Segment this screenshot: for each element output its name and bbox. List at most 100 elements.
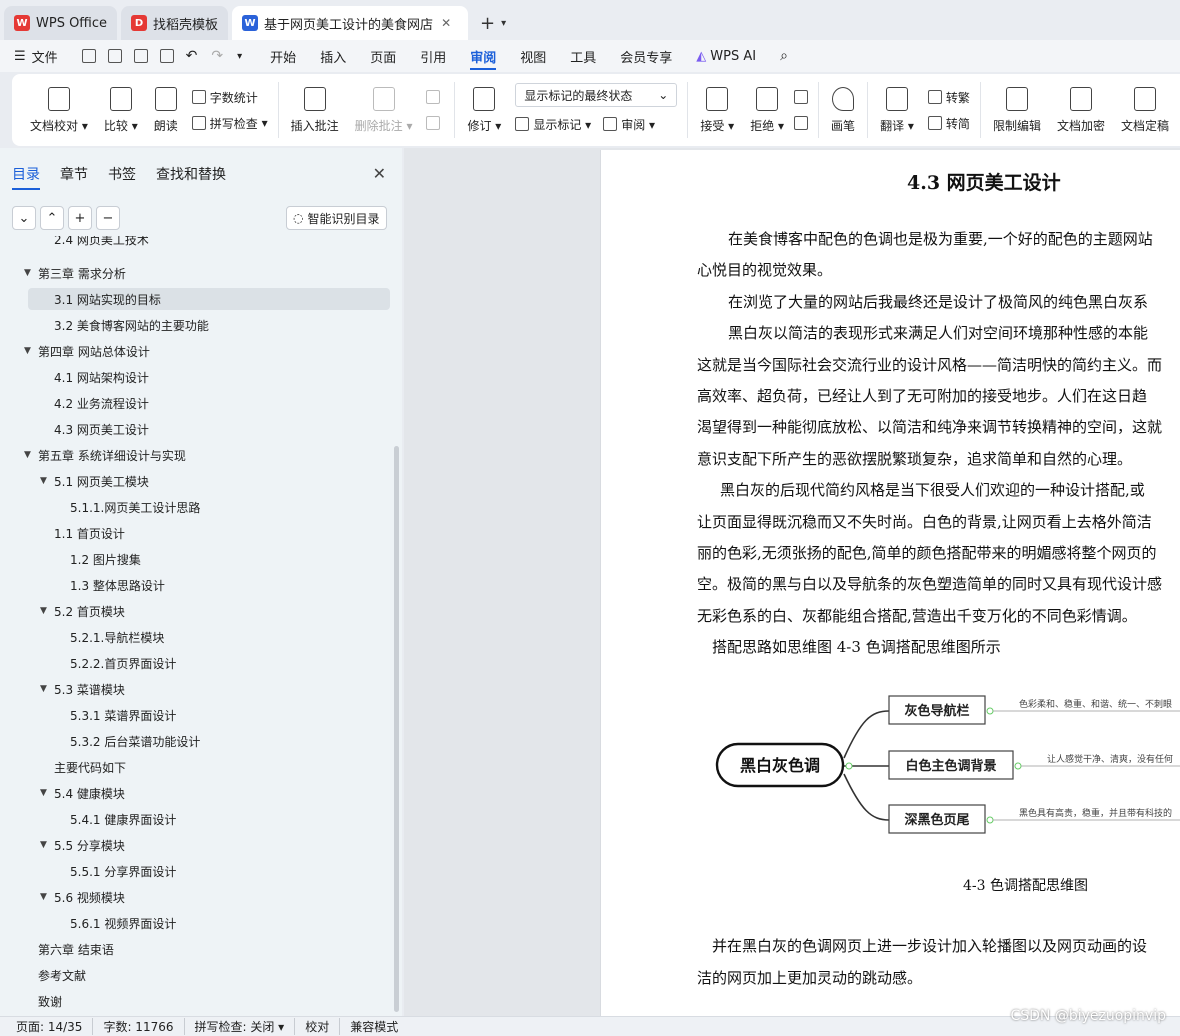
menu-wps-ai[interactable]: ◭ WPS AI xyxy=(696,40,756,72)
save-icon[interactable] xyxy=(81,49,96,63)
collapse-triangle-icon[interactable]: ▼ xyxy=(40,840,54,850)
toc-item[interactable]: 5.6.1 视频界面设计 xyxy=(56,912,176,934)
restrict-edit-button[interactable]: 限制编辑 xyxy=(993,78,1041,142)
toc-item[interactable]: 参考文献 xyxy=(24,964,86,986)
toc-item[interactable]: 5.3.1 菜谱界面设计 xyxy=(56,704,176,726)
toc-scrollbar[interactable] xyxy=(394,446,399,1012)
toc-item[interactable]: 3.1 网站实现的目标 xyxy=(28,288,390,310)
toc-item[interactable]: ▼ 第三章 需求分析 xyxy=(24,262,126,284)
proof-indicator[interactable]: 校对 xyxy=(305,1018,341,1035)
toc-item[interactable]: 第六章 结束语 xyxy=(24,938,114,960)
toc-item[interactable]: 致谢 xyxy=(24,990,62,1012)
insert-comment-button[interactable]: 插入批注 xyxy=(291,78,339,142)
translate-button[interactable]: 翻译 ▾ xyxy=(880,78,914,142)
show-markup-button[interactable]: 显示标记 ▾ xyxy=(533,116,591,133)
page-indicator[interactable]: 页面: 14/35 xyxy=(16,1018,94,1035)
print-icon[interactable] xyxy=(133,49,148,63)
doc-encrypt-button[interactable]: 文档加密 xyxy=(1057,78,1105,142)
read-aloud-button[interactable]: 朗读 xyxy=(154,78,178,142)
markup-state-select[interactable]: 显示标记的最终状态 ⌄ xyxy=(515,83,678,107)
pen-button[interactable]: 画笔 xyxy=(831,78,855,142)
accept-button[interactable]: 接受 ▾ xyxy=(700,78,734,142)
tab-wps-office[interactable]: W WPS Office xyxy=(4,6,118,40)
toc-item[interactable]: 4.3 网页美工设计 xyxy=(40,418,149,440)
tab-bookmarks[interactable]: 书签 xyxy=(108,164,136,190)
collapse-triangle-icon[interactable]: ▼ xyxy=(24,450,38,460)
toc-item[interactable]: 1.2 图片搜集 xyxy=(56,548,141,570)
close-pane-icon[interactable]: ✕ xyxy=(373,164,386,183)
toc-item[interactable]: 1.3 整体思路设计 xyxy=(56,574,165,596)
undo-icon[interactable]: ↶ xyxy=(186,48,198,64)
toc-item[interactable]: ▼ 5.5 分享模块 xyxy=(40,834,125,856)
add-level-button[interactable]: + xyxy=(68,206,92,230)
next-comment-button[interactable] xyxy=(426,110,444,136)
to-traditional-button[interactable]: 转繁 xyxy=(927,84,970,110)
menu-view[interactable]: 视图 xyxy=(520,40,546,72)
collapse-triangle-icon[interactable]: ▼ xyxy=(24,346,38,356)
tab-sections[interactable]: 章节 xyxy=(60,164,88,190)
menu-home[interactable]: 开始 xyxy=(270,40,296,72)
close-icon[interactable]: ✕ xyxy=(441,16,451,30)
toc-item[interactable]: 3.2 美食博客网站的主要功能 xyxy=(40,314,209,336)
menu-insert[interactable]: 插入 xyxy=(320,40,346,72)
menu-file[interactable]: ☰ 文件 xyxy=(14,40,58,72)
chevron-down-icon[interactable]: ▾ xyxy=(237,51,242,62)
document-page[interactable]: 4.3 网页美工设计 在美食博客中配色的色调也是极为重要,一个好的配色的主题网站… xyxy=(600,150,1180,1016)
collapse-triangle-icon[interactable]: ▼ xyxy=(40,684,54,694)
word-count-button[interactable]: 字数统计 xyxy=(191,84,268,110)
toc-item[interactable]: 1.1 首页设计 xyxy=(40,522,125,544)
next-change-button[interactable] xyxy=(794,110,812,136)
toc-item[interactable]: 5.5.1 分享界面设计 xyxy=(56,860,176,882)
reject-button[interactable]: 拒绝 ▾ xyxy=(750,78,784,142)
prev-comment-button[interactable] xyxy=(426,84,444,110)
word-count-indicator[interactable]: 字数: 11766 xyxy=(103,1018,185,1035)
menu-references[interactable]: 引用 xyxy=(420,40,446,72)
to-simplified-button[interactable]: 转简 xyxy=(927,110,970,136)
collapse-triangle-icon[interactable]: ▼ xyxy=(24,268,38,278)
toc-item[interactable]: ▼ 5.2 首页模块 xyxy=(40,600,125,622)
toc-item[interactable]: 5.2.1.导航栏模块 xyxy=(56,626,164,648)
collapse-triangle-icon[interactable]: ▼ xyxy=(40,892,54,902)
toc-item[interactable]: ▼ 5.4 健康模块 xyxy=(40,782,125,804)
collapse-triangle-icon[interactable]: ▼ xyxy=(40,788,54,798)
tab-find-replace[interactable]: 查找和替换 xyxy=(156,164,226,190)
spell-check-indicator[interactable]: 拼写检查: 关闭 ▾ xyxy=(195,1018,296,1035)
collapse-triangle-icon[interactable]: ▼ xyxy=(40,476,54,486)
delete-comment-button[interactable]: 删除批注 ▾ xyxy=(355,78,412,142)
spell-check-button[interactable]: 拼写检查 ▾ xyxy=(191,110,268,136)
toc-item[interactable]: ▼ 5.3 菜谱模块 xyxy=(40,678,125,700)
toc-item[interactable]: 5.1.1.网页美工设计思路 xyxy=(56,496,200,518)
toc-item[interactable]: 5.2.2.首页界面设计 xyxy=(56,652,176,674)
toc-item[interactable]: 2.4 网页美工技术 xyxy=(40,236,149,250)
toc-item[interactable]: 5.4.1 健康界面设计 xyxy=(56,808,176,830)
toc-item[interactable]: ▼ 第四章 网站总体设计 xyxy=(24,340,150,362)
share-icon[interactable] xyxy=(107,49,122,63)
redo-icon[interactable]: ↷ xyxy=(211,48,223,64)
menu-member[interactable]: 会员专享 xyxy=(620,40,672,72)
tab-toc[interactable]: 目录 xyxy=(12,164,40,190)
chevron-down-icon[interactable]: ▾ xyxy=(501,18,506,29)
prev-change-button[interactable] xyxy=(794,84,812,110)
collapse-triangle-icon[interactable]: ▼ xyxy=(40,606,54,616)
revise-button[interactable]: 修订 ▾ xyxy=(467,78,501,142)
review-pane-button[interactable]: 审阅 ▾ xyxy=(621,116,655,133)
search-icon[interactable]: ⌕ xyxy=(780,48,788,64)
toc-item[interactable]: 5.3.2 后台菜谱功能设计 xyxy=(56,730,200,752)
doc-finalize-button[interactable]: 文档定稿 xyxy=(1121,78,1169,142)
toc-item[interactable]: 4.1 网站架构设计 xyxy=(40,366,149,388)
toc-item[interactable]: 主要代码如下 xyxy=(40,756,126,778)
toc-item[interactable]: ▼ 5.6 视频模块 xyxy=(40,886,125,908)
menu-review[interactable]: 审阅 xyxy=(470,40,497,72)
compare-button[interactable]: 比较 ▾ xyxy=(104,78,138,142)
remove-level-button[interactable]: − xyxy=(96,206,120,230)
smart-toc-button[interactable]: ◌ 智能识别目录 xyxy=(286,206,387,230)
toc-item[interactable]: 4.2 业务流程设计 xyxy=(40,392,149,414)
print-preview-icon[interactable] xyxy=(159,49,174,63)
toc-item[interactable]: ▼ 第五章 系统详细设计与实现 xyxy=(24,444,186,466)
menu-tools[interactable]: 工具 xyxy=(570,40,596,72)
new-tab-button[interactable]: + ▾ xyxy=(472,6,514,40)
tab-document[interactable]: W 基于网页美工设计的美食网店 ✕ xyxy=(232,6,469,40)
doc-check-button[interactable]: 文档校对 ▾ xyxy=(30,78,88,142)
collapse-up-button[interactable]: ⌃ xyxy=(40,206,64,230)
toc-item[interactable]: ▼ 5.1 网页美工模块 xyxy=(40,470,149,492)
